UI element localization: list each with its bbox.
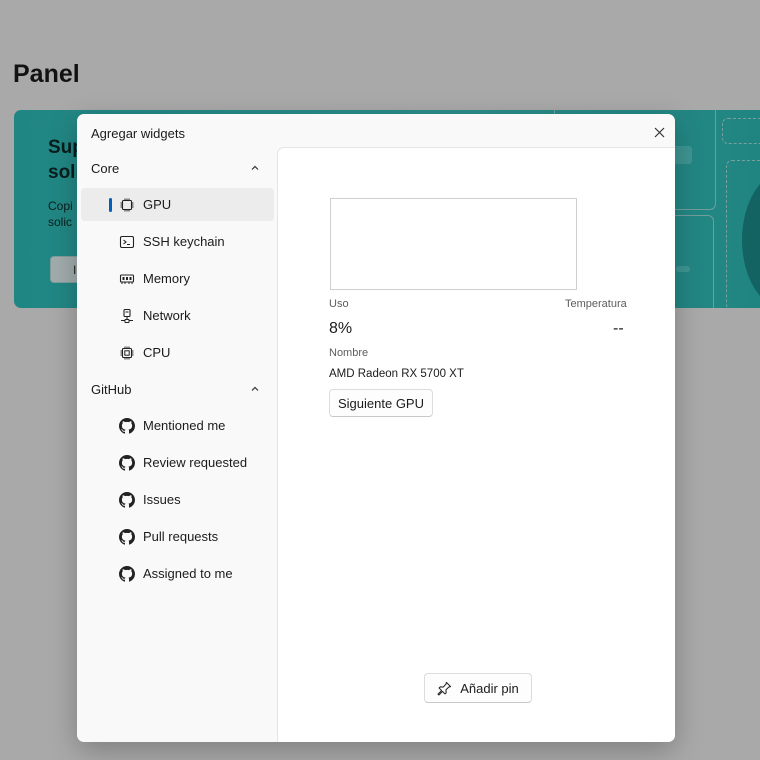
chevron-up-icon bbox=[251, 165, 259, 170]
sidebar-item-label: Assigned to me bbox=[143, 566, 233, 581]
add-pin-label: Añadir pin bbox=[460, 680, 519, 696]
github-icon bbox=[119, 566, 135, 582]
pin-icon bbox=[437, 681, 452, 695]
group-label: Core bbox=[91, 160, 120, 176]
memory-icon bbox=[119, 271, 135, 287]
usage-label: Uso bbox=[329, 298, 349, 310]
gpu-usage-graph bbox=[330, 198, 577, 290]
network-icon bbox=[119, 308, 135, 324]
usage-value: 8% bbox=[329, 320, 353, 337]
sidebar-item-mentioned-me[interactable]: Mentioned me bbox=[81, 409, 274, 442]
add-pin-button[interactable]: Añadir pin bbox=[424, 673, 532, 703]
github-icon bbox=[119, 529, 135, 545]
sidebar-item-label: Review requested bbox=[143, 455, 248, 470]
sidebar-item-memory[interactable]: Memory bbox=[81, 262, 274, 295]
cpu-icon bbox=[119, 345, 135, 361]
sidebar-item-pull-requests[interactable]: Pull requests bbox=[81, 520, 274, 553]
temperature-value: -- bbox=[613, 320, 624, 337]
widget-preview-pane: Uso Temperatura 8% -- Nombre AMD Radeon … bbox=[277, 147, 675, 742]
sidebar-item-ssh-keychain[interactable]: SSH keychain bbox=[81, 225, 274, 258]
gpu-name-value: AMD Radeon RX 5700 XT bbox=[329, 368, 464, 380]
sidebar-item-label: Issues bbox=[143, 492, 181, 507]
temperature-label: Temperatura bbox=[565, 298, 627, 310]
sidebar-item-label: Memory bbox=[143, 271, 190, 286]
sidebar-item-label: Network bbox=[143, 308, 191, 323]
group-header-core[interactable]: Core bbox=[77, 151, 277, 185]
sidebar-item-cpu[interactable]: CPU bbox=[81, 336, 274, 369]
dialog-title: Agregar widgets bbox=[91, 126, 185, 141]
github-icon bbox=[119, 492, 135, 508]
close-icon bbox=[654, 127, 664, 137]
chevron-up-icon bbox=[251, 386, 259, 391]
sidebar-item-label: SSH keychain bbox=[143, 234, 225, 249]
group-label: GitHub bbox=[91, 381, 132, 397]
sidebar-item-label: Mentioned me bbox=[143, 418, 226, 433]
sidebar-item-label: Pull requests bbox=[143, 529, 219, 544]
sidebar-item-review-requested[interactable]: Review requested bbox=[81, 446, 274, 479]
github-icon bbox=[119, 455, 135, 471]
github-icon bbox=[119, 418, 135, 434]
sidebar-item-label: CPU bbox=[143, 345, 171, 360]
selection-indicator bbox=[109, 198, 112, 212]
widget-sidebar: Core GPU SSH keychain Memory Network CPU… bbox=[77, 150, 277, 742]
sidebar-item-gpu[interactable]: GPU bbox=[81, 188, 274, 221]
close-button[interactable] bbox=[649, 122, 669, 142]
terminal-icon bbox=[119, 234, 135, 250]
sidebar-item-issues[interactable]: Issues bbox=[81, 483, 274, 516]
group-header-github[interactable]: GitHub bbox=[77, 372, 277, 406]
gpu-icon bbox=[119, 197, 135, 213]
sidebar-item-network[interactable]: Network bbox=[81, 299, 274, 332]
add-widgets-dialog: Agregar widgets Core GPU SSH keychain Me… bbox=[77, 114, 675, 742]
sidebar-item-label: GPU bbox=[143, 197, 172, 212]
name-label: Nombre bbox=[329, 347, 369, 359]
sidebar-item-assigned-to-me[interactable]: Assigned to me bbox=[81, 557, 274, 590]
next-gpu-button[interactable]: Siguiente GPU bbox=[329, 389, 433, 417]
